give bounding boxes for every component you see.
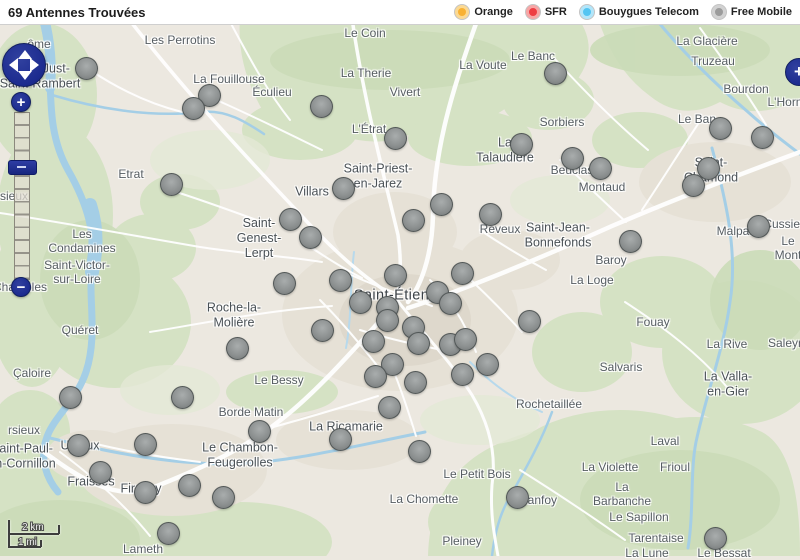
zoom-slider-handle[interactable] [8, 160, 37, 175]
antenna-marker[interactable] [709, 117, 732, 140]
antenna-marker[interactable] [89, 461, 112, 484]
antenna-marker[interactable] [157, 522, 180, 545]
antenna-marker[interactable] [178, 474, 201, 497]
antenna-marker[interactable] [182, 97, 205, 120]
pan-control[interactable] [2, 43, 46, 87]
antenna-marker[interactable] [171, 386, 194, 409]
antenna-marker[interactable] [506, 486, 529, 509]
legend-item-free-mobile[interactable]: Free Mobile [712, 5, 792, 19]
antenna-marker[interactable] [544, 62, 567, 85]
free-mobile-dot-icon [712, 5, 726, 19]
antenna-marker[interactable] [430, 193, 453, 216]
antenna-marker[interactable] [160, 173, 183, 196]
antenna-marker[interactable] [299, 226, 322, 249]
antenna-marker[interactable] [384, 127, 407, 150]
results-count-title: 69 Antennes Trouvées [8, 5, 146, 20]
antenna-marker[interactable] [454, 328, 477, 351]
antenna-marker[interactable] [364, 365, 387, 388]
antenna-marker[interactable] [408, 440, 431, 463]
antenna-marker[interactable] [682, 174, 705, 197]
legend-item-label: SFR [545, 6, 567, 18]
antenna-marker[interactable] [273, 272, 296, 295]
antenna-marker[interactable] [589, 157, 612, 180]
antenna-marker[interactable] [619, 230, 642, 253]
antenna-marker[interactable] [362, 330, 385, 353]
antenna-marker[interactable] [704, 527, 727, 550]
antenna-marker[interactable] [378, 396, 401, 419]
antenna-marker[interactable] [329, 428, 352, 451]
legend-item-sfr[interactable]: SFR [526, 5, 567, 19]
antenna-marker[interactable] [384, 264, 407, 287]
antenna-marker[interactable] [404, 371, 427, 394]
antenna-marker[interactable] [407, 332, 430, 355]
antenna-marker[interactable] [518, 310, 541, 333]
zoom-in-button[interactable]: + [11, 92, 31, 112]
antenna-marker[interactable] [134, 433, 157, 456]
antenna-marker[interactable] [279, 208, 302, 231]
sfr-dot-icon [526, 5, 540, 19]
antenna-marker[interactable] [747, 215, 770, 238]
antenna-marker[interactable] [329, 269, 352, 292]
antenna-marker[interactable] [349, 291, 372, 314]
antenna-marker[interactable] [75, 57, 98, 80]
antenna-marker[interactable] [451, 262, 474, 285]
pan-down-arrow-icon[interactable] [18, 71, 32, 80]
orange-dot-icon [455, 5, 469, 19]
antenna-marker[interactable] [376, 309, 399, 332]
operator-legend: Orange SFR Bouygues Telecom Free Mobile [455, 5, 792, 19]
legend-item-label: Bouygues Telecom [599, 6, 699, 18]
antenna-marker[interactable] [402, 209, 425, 232]
antenna-marker[interactable] [751, 126, 774, 149]
map-canvas[interactable]: ômeLes PerrotinsLe CoinLa FouillouseÉcul… [0, 0, 800, 556]
antenna-marker[interactable] [310, 95, 333, 118]
zoom-slider-track[interactable] [14, 112, 30, 280]
legend-item-orange[interactable]: Orange [455, 5, 513, 19]
antenna-marker[interactable] [451, 363, 474, 386]
antenna-marker[interactable] [311, 319, 334, 342]
antenna-marker[interactable] [226, 337, 249, 360]
antenna-marker[interactable] [476, 353, 499, 376]
pan-right-arrow-icon[interactable] [30, 58, 39, 72]
antenna-marker[interactable] [439, 292, 462, 315]
antenna-marker[interactable] [134, 481, 157, 504]
legend-item-label: Orange [474, 6, 513, 18]
pan-left-arrow-icon[interactable] [9, 58, 18, 72]
legend-item-bouygues-telecom[interactable]: Bouygues Telecom [580, 5, 699, 19]
antenna-marker[interactable] [212, 486, 235, 509]
antenna-marker[interactable] [332, 177, 355, 200]
antenna-marker[interactable] [479, 203, 502, 226]
antenna-marker[interactable] [67, 434, 90, 457]
antenna-marker[interactable] [510, 133, 533, 156]
antenna-marker[interactable] [59, 386, 82, 409]
antenna-marker[interactable] [248, 420, 271, 443]
zoom-out-button[interactable]: − [11, 277, 31, 297]
bouygues-telecom-dot-icon [580, 5, 594, 19]
antenna-marker[interactable] [561, 147, 584, 170]
header-bar: 69 Antennes Trouvées Orange SFR Bouygues T… [0, 0, 800, 25]
legend-item-label: Free Mobile [731, 6, 792, 18]
